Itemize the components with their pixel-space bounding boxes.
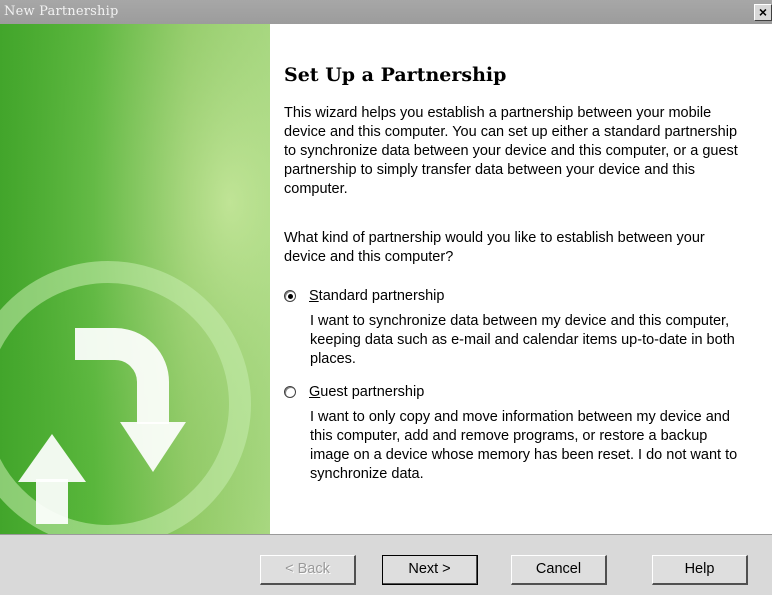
- cancel-button[interactable]: Cancel: [511, 555, 607, 585]
- standard-partnership-option[interactable]: Standard partnership: [284, 286, 444, 306]
- guest-label-text: uest partnership: [320, 384, 425, 400]
- close-icon: ×: [758, 4, 768, 20]
- standard-partnership-radio[interactable]: [284, 290, 296, 302]
- standard-partnership-label[interactable]: Standard partnership: [309, 288, 444, 304]
- close-button[interactable]: ×: [754, 4, 772, 21]
- next-button[interactable]: Next >: [382, 555, 478, 585]
- wizard-content: Set Up a Partnership This wizard helps y…: [270, 24, 772, 534]
- guest-accelerator: G: [309, 384, 321, 400]
- title-bar[interactable]: New Partnership ×: [0, 0, 772, 24]
- guest-partnership-radio[interactable]: [284, 386, 296, 398]
- standard-partnership-description: I want to synchronize data between my de…: [310, 313, 735, 367]
- back-button[interactable]: < Back: [260, 555, 356, 585]
- guest-partnership-description: I want to only copy and move information…: [310, 409, 738, 482]
- sync-arrows-icon: [0, 24, 270, 534]
- wizard-side-banner: [0, 24, 270, 534]
- guest-partnership-option[interactable]: Guest partnership: [284, 382, 424, 402]
- new-partnership-dialog: New Partnership × Set Up a Partnership T…: [0, 0, 772, 595]
- button-bar: < Back Next > Cancel Help: [0, 534, 772, 595]
- help-button[interactable]: Help: [652, 555, 748, 585]
- guest-partnership-label[interactable]: Guest partnership: [309, 384, 424, 400]
- standard-label-text: tandard partnership: [318, 288, 445, 304]
- window-title: New Partnership: [4, 4, 119, 19]
- page-title: Set Up a Partnership: [284, 64, 507, 86]
- intro-text: This wizard helps you establish a partne…: [284, 105, 738, 197]
- standard-accelerator: S: [309, 288, 319, 304]
- question-text: What kind of partnership would you like …: [284, 230, 705, 265]
